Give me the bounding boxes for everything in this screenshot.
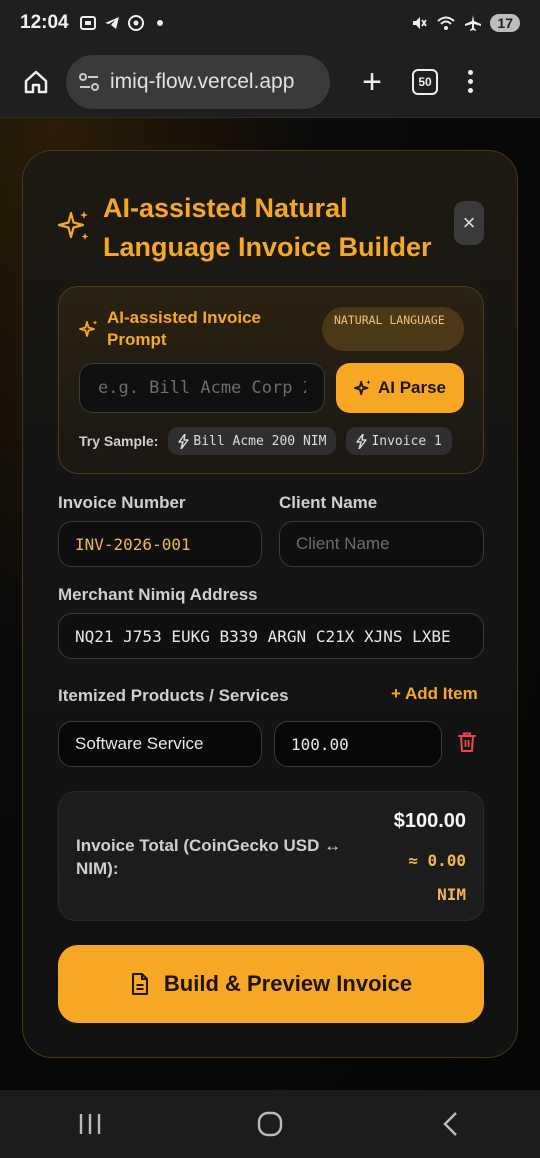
ai-parse-button[interactable]: AI Parse bbox=[336, 363, 464, 413]
sample-chip[interactable]: Invoice 1 bbox=[346, 427, 452, 455]
bolt-icon bbox=[178, 433, 190, 449]
more-menu-button[interactable] bbox=[468, 70, 473, 93]
notification-icons bbox=[79, 14, 163, 32]
whatsapp-icon bbox=[127, 15, 144, 31]
item-name-field[interactable] bbox=[58, 721, 262, 767]
bolt-icon bbox=[356, 433, 368, 449]
sample-chip-label: Invoice 1 bbox=[371, 433, 442, 449]
total-nim: ≈ 0.00 NIM bbox=[408, 844, 466, 912]
total-usd: $100.00 bbox=[393, 810, 466, 832]
prompt-title: AI-assisted Invoice Prompt bbox=[107, 308, 262, 349]
ai-parse-label: AI Parse bbox=[377, 378, 447, 397]
close-icon: × bbox=[462, 210, 476, 235]
invoice-number-field[interactable] bbox=[58, 521, 262, 567]
page-title: AI-assisted Natural Language Invoice Bui… bbox=[103, 193, 432, 262]
document-icon bbox=[131, 973, 148, 995]
sample-prompts: Try Sample: Bill Acme 200 NIM Invoice 1 bbox=[79, 427, 465, 455]
new-tab-button[interactable]: + bbox=[352, 65, 392, 99]
screenshot-icon bbox=[79, 16, 96, 30]
merchant-address-label: Merchant Nimiq Address bbox=[58, 585, 258, 604]
system-nav-bar bbox=[0, 1090, 540, 1158]
battery-indicator: 17 bbox=[490, 14, 520, 32]
sparkle-icon bbox=[353, 379, 371, 396]
home-nav-icon bbox=[257, 1111, 283, 1137]
more-icon bbox=[468, 70, 473, 75]
dot-icon bbox=[156, 20, 163, 26]
address-bar[interactable]: imiq-flow.vercel.app bbox=[66, 54, 330, 109]
status-bar: 12:04 17 bbox=[0, 0, 540, 46]
wifi-icon bbox=[437, 16, 456, 30]
page-content: AI-assisted Natural Language Invoice Bui… bbox=[0, 118, 540, 1090]
total-nim-unit: NIM bbox=[437, 885, 466, 904]
prompt-input[interactable] bbox=[79, 363, 325, 413]
home-icon bbox=[24, 70, 48, 93]
sample-chip[interactable]: Bill Acme 200 NIM bbox=[168, 427, 337, 455]
sample-chip-label: Bill Acme 200 NIM bbox=[193, 433, 327, 449]
url-text: imiq-flow.vercel.app bbox=[110, 69, 295, 93]
invoice-total-panel: Invoice Total (CoinGecko USD ↔ NIM): $10… bbox=[58, 791, 484, 921]
natural-language-badge: NATURAL LANGUAGE bbox=[322, 307, 464, 351]
invoice-total-label: Invoice Total (CoinGecko USD ↔ NIM): bbox=[76, 836, 342, 878]
total-nim-value: ≈ 0.00 bbox=[408, 851, 466, 870]
status-time: 12:04 bbox=[20, 12, 69, 33]
site-settings-icon[interactable] bbox=[78, 72, 100, 92]
close-button[interactable]: × bbox=[454, 201, 484, 245]
sparkle-icon bbox=[79, 320, 98, 337]
telegram-icon bbox=[104, 17, 119, 29]
back-button[interactable] bbox=[420, 1104, 480, 1144]
items-label: Itemized Products / Services bbox=[58, 686, 289, 705]
home-nav-button[interactable] bbox=[240, 1104, 300, 1144]
tab-count: 50 bbox=[418, 74, 432, 89]
invoice-number-label: Invoice Number bbox=[58, 493, 186, 512]
samples-label: Try Sample: bbox=[79, 433, 159, 449]
system-icons: 17 bbox=[410, 14, 520, 32]
trash-icon[interactable] bbox=[457, 731, 477, 753]
merchant-address-field[interactable] bbox=[58, 613, 484, 659]
tabs-button[interactable]: 50 bbox=[412, 68, 438, 95]
back-icon bbox=[443, 1112, 457, 1136]
airplane-icon bbox=[465, 15, 482, 31]
client-name-label: Client Name bbox=[279, 493, 378, 512]
recents-icon bbox=[79, 1114, 101, 1134]
mute-icon bbox=[413, 17, 428, 29]
build-preview-button[interactable]: Build & Preview Invoice bbox=[58, 945, 484, 1023]
sparkle-icon bbox=[57, 211, 89, 240]
recents-button[interactable] bbox=[60, 1104, 120, 1144]
home-button[interactable] bbox=[14, 60, 58, 104]
item-price-field[interactable] bbox=[274, 721, 442, 767]
ai-prompt-panel: AI-assisted Invoice Prompt NATURAL LANGU… bbox=[58, 286, 484, 474]
add-item-button[interactable]: + Add Item bbox=[391, 684, 478, 704]
build-preview-label: Build & Preview Invoice bbox=[163, 971, 413, 996]
invoice-builder-card: AI-assisted Natural Language Invoice Bui… bbox=[22, 150, 518, 1058]
client-name-field[interactable] bbox=[279, 521, 484, 567]
plus-icon: + bbox=[362, 62, 382, 101]
browser-toolbar: imiq-flow.vercel.app + 50 bbox=[0, 46, 540, 118]
